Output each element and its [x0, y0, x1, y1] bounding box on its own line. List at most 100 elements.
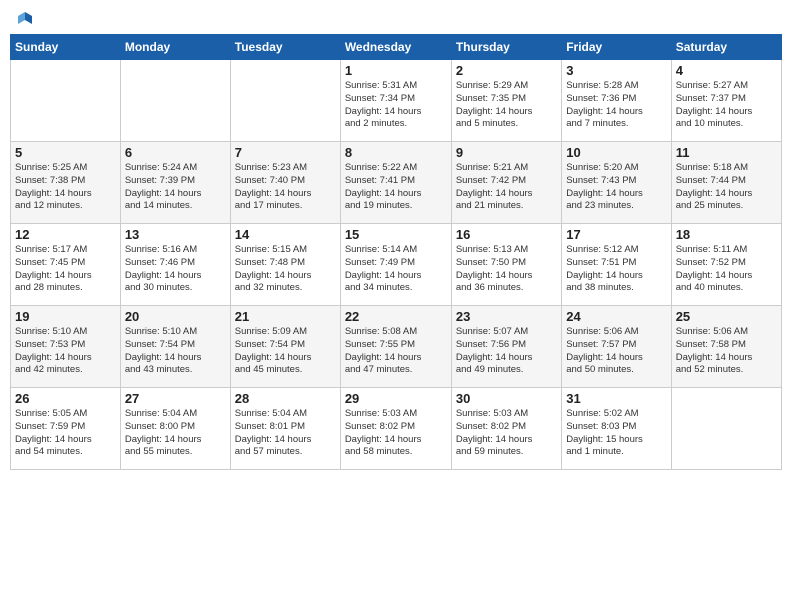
day-info: Sunrise: 5:04 AM Sunset: 8:00 PM Dayligh… [125, 408, 226, 459]
day-number: 29 [345, 391, 447, 406]
day-number: 4 [676, 63, 777, 78]
day-info: Sunrise: 5:25 AM Sunset: 7:38 PM Dayligh… [15, 162, 116, 213]
day-info: Sunrise: 5:03 AM Sunset: 8:02 PM Dayligh… [345, 408, 447, 459]
day-number: 11 [676, 145, 777, 160]
calendar-cell: 24 Sunrise: 5:06 AM Sunset: 7:57 PM Dayli… [562, 306, 671, 388]
day-info: Sunrise: 5:27 AM Sunset: 7:37 PM Dayligh… [676, 80, 777, 131]
calendar-cell: 26 Sunrise: 5:05 AM Sunset: 7:59 PM Dayli… [11, 388, 121, 470]
weekday-header-wednesday: Wednesday [340, 35, 451, 60]
weekday-header-thursday: Thursday [451, 35, 561, 60]
calendar-cell [671, 388, 781, 470]
day-info: Sunrise: 5:06 AM Sunset: 7:58 PM Dayligh… [676, 326, 777, 377]
calendar-cell: 19 Sunrise: 5:10 AM Sunset: 7:53 PM Dayli… [11, 306, 121, 388]
calendar-cell: 18 Sunrise: 5:11 AM Sunset: 7:52 PM Dayli… [671, 224, 781, 306]
day-info: Sunrise: 5:20 AM Sunset: 7:43 PM Dayligh… [566, 162, 666, 213]
calendar-cell [11, 60, 121, 142]
day-info: Sunrise: 5:06 AM Sunset: 7:57 PM Dayligh… [566, 326, 666, 377]
calendar-cell [230, 60, 340, 142]
day-number: 16 [456, 227, 557, 242]
calendar-cell: 17Sunrise: 5:12 AM Sunset: 7:51 PM Dayli… [562, 224, 671, 306]
weekday-header-tuesday: Tuesday [230, 35, 340, 60]
day-number: 14 [235, 227, 336, 242]
day-info: Sunrise: 5:16 AM Sunset: 7:46 PM Dayligh… [125, 244, 226, 295]
day-number: 30 [456, 391, 557, 406]
calendar-cell: 20 Sunrise: 5:10 AM Sunset: 7:54 PM Dayli… [120, 306, 230, 388]
day-number: 12 [15, 227, 116, 242]
weekday-header-friday: Friday [562, 35, 671, 60]
calendar-cell: 8Sunrise: 5:22 AM Sunset: 7:41 PM Daylig… [340, 142, 451, 224]
calendar-week-row: 12 Sunrise: 5:17 AM Sunset: 7:45 PM Dayli… [11, 224, 782, 306]
day-number: 5 [15, 145, 116, 160]
day-info: Sunrise: 5:23 AM Sunset: 7:40 PM Dayligh… [235, 162, 336, 213]
page-header [10, 10, 782, 28]
day-number: 1 [345, 63, 447, 78]
calendar-cell: 27 Sunrise: 5:04 AM Sunset: 8:00 PM Dayli… [120, 388, 230, 470]
calendar-cell: 3Sunrise: 5:28 AM Sunset: 7:36 PM Daylig… [562, 60, 671, 142]
calendar-cell: 30 Sunrise: 5:03 AM Sunset: 8:02 PM Dayli… [451, 388, 561, 470]
calendar-cell: 16 Sunrise: 5:13 AM Sunset: 7:50 PM Dayli… [451, 224, 561, 306]
day-number: 19 [15, 309, 116, 324]
calendar-cell: 10 Sunrise: 5:20 AM Sunset: 7:43 PM Dayli… [562, 142, 671, 224]
calendar-cell: 21 Sunrise: 5:09 AM Sunset: 7:54 PM Dayli… [230, 306, 340, 388]
day-info: Sunrise: 5:10 AM Sunset: 7:53 PM Dayligh… [15, 326, 116, 377]
calendar-cell: 13 Sunrise: 5:16 AM Sunset: 7:46 PM Dayli… [120, 224, 230, 306]
day-number: 27 [125, 391, 226, 406]
calendar-cell: 15 Sunrise: 5:14 AM Sunset: 7:49 PM Dayli… [340, 224, 451, 306]
day-number: 13 [125, 227, 226, 242]
calendar-cell: 5 Sunrise: 5:25 AM Sunset: 7:38 PM Daylig… [11, 142, 121, 224]
day-info: Sunrise: 5:03 AM Sunset: 8:02 PM Dayligh… [456, 408, 557, 459]
day-number: 24 [566, 309, 666, 324]
day-info: Sunrise: 5:31 AM Sunset: 7:34 PM Dayligh… [345, 80, 447, 131]
day-number: 25 [676, 309, 777, 324]
day-number: 21 [235, 309, 336, 324]
calendar-cell: 29 Sunrise: 5:03 AM Sunset: 8:02 PM Dayli… [340, 388, 451, 470]
calendar-cell: 9Sunrise: 5:21 AM Sunset: 7:42 PM Daylig… [451, 142, 561, 224]
weekday-header-monday: Monday [120, 35, 230, 60]
day-number: 18 [676, 227, 777, 242]
day-info: Sunrise: 5:18 AM Sunset: 7:44 PM Dayligh… [676, 162, 777, 213]
day-info: Sunrise: 5:22 AM Sunset: 7:41 PM Dayligh… [345, 162, 447, 213]
day-number: 20 [125, 309, 226, 324]
weekday-header-saturday: Saturday [671, 35, 781, 60]
day-number: 6 [125, 145, 226, 160]
day-number: 31 [566, 391, 666, 406]
day-info: Sunrise: 5:10 AM Sunset: 7:54 PM Dayligh… [125, 326, 226, 377]
day-info: Sunrise: 5:15 AM Sunset: 7:48 PM Dayligh… [235, 244, 336, 295]
calendar-cell: 22 Sunrise: 5:08 AM Sunset: 7:55 PM Dayli… [340, 306, 451, 388]
day-info: Sunrise: 5:04 AM Sunset: 8:01 PM Dayligh… [235, 408, 336, 459]
calendar-week-row: 5 Sunrise: 5:25 AM Sunset: 7:38 PM Daylig… [11, 142, 782, 224]
day-info: Sunrise: 5:17 AM Sunset: 7:45 PM Dayligh… [15, 244, 116, 295]
calendar-cell: 25 Sunrise: 5:06 AM Sunset: 7:58 PM Dayli… [671, 306, 781, 388]
calendar-cell: 2 Sunrise: 5:29 AM Sunset: 7:35 PM Daylig… [451, 60, 561, 142]
calendar-cell: 14 Sunrise: 5:15 AM Sunset: 7:48 PM Dayli… [230, 224, 340, 306]
day-info: Sunrise: 5:14 AM Sunset: 7:49 PM Dayligh… [345, 244, 447, 295]
day-number: 2 [456, 63, 557, 78]
day-number: 22 [345, 309, 447, 324]
calendar-cell: 1 Sunrise: 5:31 AM Sunset: 7:34 PM Daylig… [340, 60, 451, 142]
calendar-week-row: 19 Sunrise: 5:10 AM Sunset: 7:53 PM Dayli… [11, 306, 782, 388]
day-number: 7 [235, 145, 336, 160]
logo [14, 10, 34, 28]
day-info: Sunrise: 5:29 AM Sunset: 7:35 PM Dayligh… [456, 80, 557, 131]
calendar-cell: 31 Sunrise: 5:02 AM Sunset: 8:03 PM Dayli… [562, 388, 671, 470]
calendar-cell: 23Sunrise: 5:07 AM Sunset: 7:56 PM Dayli… [451, 306, 561, 388]
calendar-cell: 6 Sunrise: 5:24 AM Sunset: 7:39 PM Daylig… [120, 142, 230, 224]
calendar-body: 1 Sunrise: 5:31 AM Sunset: 7:34 PM Daylig… [11, 60, 782, 470]
day-info: Sunrise: 5:13 AM Sunset: 7:50 PM Dayligh… [456, 244, 557, 295]
day-info: Sunrise: 5:02 AM Sunset: 8:03 PM Dayligh… [566, 408, 666, 459]
calendar-cell: 4 Sunrise: 5:27 AM Sunset: 7:37 PM Daylig… [671, 60, 781, 142]
day-number: 15 [345, 227, 447, 242]
day-info: Sunrise: 5:05 AM Sunset: 7:59 PM Dayligh… [15, 408, 116, 459]
day-number: 26 [15, 391, 116, 406]
day-info: Sunrise: 5:24 AM Sunset: 7:39 PM Dayligh… [125, 162, 226, 213]
day-info: Sunrise: 5:11 AM Sunset: 7:52 PM Dayligh… [676, 244, 777, 295]
day-number: 28 [235, 391, 336, 406]
day-number: 10 [566, 145, 666, 160]
calendar-header-row: SundayMondayTuesdayWednesdayThursdayFrid… [11, 35, 782, 60]
calendar-week-row: 26 Sunrise: 5:05 AM Sunset: 7:59 PM Dayli… [11, 388, 782, 470]
day-info: Sunrise: 5:28 AM Sunset: 7:36 PM Dayligh… [566, 80, 666, 131]
day-number: 9 [456, 145, 557, 160]
day-info: Sunrise: 5:09 AM Sunset: 7:54 PM Dayligh… [235, 326, 336, 377]
day-info: Sunrise: 5:08 AM Sunset: 7:55 PM Dayligh… [345, 326, 447, 377]
weekday-header-sunday: Sunday [11, 35, 121, 60]
